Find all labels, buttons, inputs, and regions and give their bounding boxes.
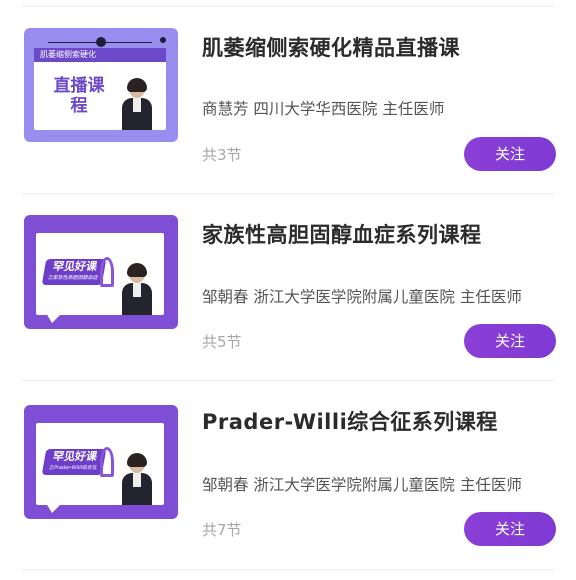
lecturer-photo — [120, 453, 154, 505]
course-item[interactable]: 罕见好课 之Prader-Willi综合征 Prader-Willi综合征系列课程… — [0, 0, 576, 546]
follow-button[interactable]: 关注 — [464, 324, 556, 358]
course-title[interactable]: 家族性高胆固醇血症系列课程 — [202, 219, 482, 249]
lesson-count: 共7节 — [202, 521, 242, 539]
lesson-count: 共5节 — [202, 333, 242, 351]
lecturer-photo — [120, 263, 154, 315]
ribbon-icon — [100, 257, 114, 287]
thumbnail-badge: 罕见好课 之Prader-Willi综合征 — [41, 449, 107, 475]
course-thumbnail[interactable]: 罕见好课 之家族性高胆固醇血症 — [24, 215, 178, 329]
list-divider — [22, 193, 554, 194]
thumbnail-screen: 罕见好课 之Prader-Willi综合征 — [36, 423, 164, 505]
thumbnail-screen: 罕见好课 之家族性高胆固醇血症 — [36, 233, 164, 315]
list-divider — [22, 380, 554, 381]
speech-tail — [46, 503, 62, 513]
ribbon-icon — [100, 447, 114, 477]
course-lecturer: 邹朝春 浙江大学医学院附属儿童医院 主任医师 — [202, 288, 522, 306]
course-title[interactable]: Prader-Willi综合征系列课程 — [202, 406, 498, 436]
speech-tail — [46, 313, 62, 323]
follow-button[interactable]: 关注 — [464, 512, 556, 546]
thumbnail-badge: 罕见好课 之家族性高胆固醇血症 — [41, 259, 107, 285]
course-lecturer: 邹朝春 浙江大学医学院附属儿童医院 主任医师 — [202, 476, 522, 494]
course-thumbnail[interactable]: 罕见好课 之Prader-Willi综合征 — [24, 405, 178, 519]
list-divider — [22, 569, 554, 570]
